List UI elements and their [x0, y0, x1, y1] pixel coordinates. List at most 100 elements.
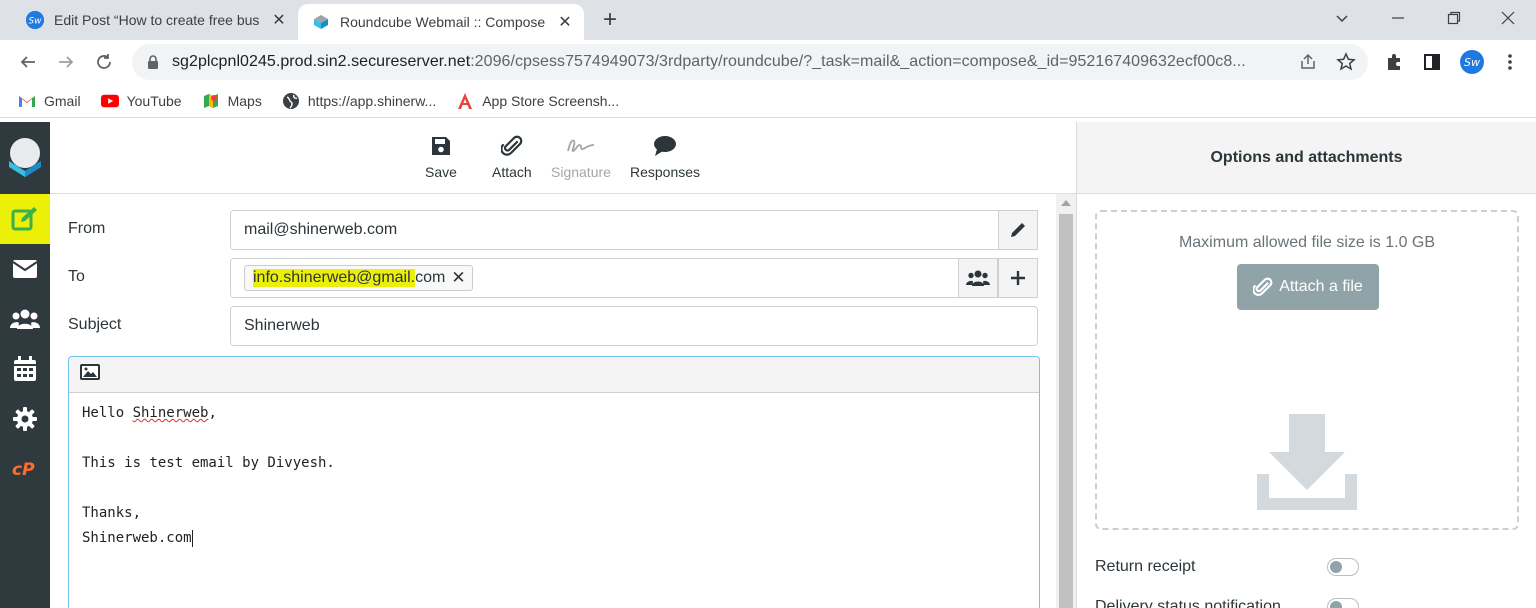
side-panel-icon[interactable] — [1422, 52, 1442, 72]
bookmark-youtube[interactable]: YouTube — [100, 92, 182, 110]
browser-menu-icon[interactable] — [1500, 52, 1520, 72]
new-tab-button[interactable]: + — [598, 8, 622, 32]
bookmark-maps[interactable]: Maps — [202, 92, 262, 110]
body-text: , — [208, 405, 217, 421]
contacts-group-icon — [10, 309, 40, 329]
browser-toolbar: sg2plcpnl0245.prod.sin2.secureserver.net… — [0, 40, 1536, 84]
browser-tab-edit-post[interactable]: Sw Edit Post “How to create free bus ✕ — [12, 0, 298, 40]
subject-value: Shinerweb — [244, 317, 320, 334]
insert-image-icon[interactable] — [79, 363, 101, 386]
body-line-empty — [82, 476, 1026, 501]
mail-nav-item[interactable] — [0, 244, 50, 294]
to-field[interactable]: info.shinerweb@gmail. com ✕ — [230, 258, 1038, 298]
roundcube-logo-icon[interactable] — [0, 132, 50, 182]
settings-nav-item[interactable] — [0, 394, 50, 444]
attachment-dropzone[interactable]: Maximum allowed file size is 1.0 GB Atta… — [1095, 210, 1519, 530]
tab-title: Roundcube Webmail :: Compose — [340, 14, 546, 30]
responses-button[interactable]: Responses — [630, 134, 700, 180]
signature-button[interactable]: Signature — [551, 134, 611, 180]
subject-input[interactable]: Shinerweb — [230, 306, 1038, 346]
recipient-chip[interactable]: info.shinerweb@gmail. com ✕ — [244, 265, 473, 291]
scroll-up-arrow-icon[interactable] — [1061, 200, 1071, 206]
bookmark-label: https://app.shinerw... — [307, 92, 437, 109]
svg-text:Sw: Sw — [28, 17, 42, 27]
text-caret — [191, 529, 193, 547]
compose-edit-icon — [11, 207, 37, 231]
bookmark-app-store-screenshot[interactable]: App Store Screensh... — [456, 92, 619, 110]
gear-icon — [13, 407, 37, 431]
bookmark-shinerweb-app[interactable]: https://app.shinerw... — [282, 92, 436, 110]
bookmark-gmail[interactable]: Gmail — [18, 92, 81, 110]
bookmark-star-icon[interactable] — [1336, 52, 1356, 72]
return-receipt-option: Return receipt — [1095, 558, 1359, 576]
reload-icon[interactable] — [92, 50, 116, 74]
options-panel: Maximum allowed file size is 1.0 GB Atta… — [1077, 194, 1536, 608]
browser-tab-roundcube[interactable]: Roundcube Webmail :: Compose ✕ — [298, 4, 584, 40]
body-text: Shinerweb.com — [82, 530, 192, 546]
option-label: Delivery status notification — [1095, 598, 1281, 608]
cpanel-logo-icon: cP — [12, 460, 35, 478]
attach-file-button[interactable]: Attach a file — [1237, 264, 1379, 310]
save-button[interactable]: Save — [425, 134, 457, 180]
svg-text:cP: cP — [12, 460, 35, 478]
from-field[interactable]: mail@shinerweb.com — [230, 210, 1038, 250]
remove-recipient-icon[interactable]: ✕ — [451, 268, 465, 288]
cpanel-nav-item[interactable]: cP — [0, 444, 50, 494]
compose-nav-item[interactable] — [0, 194, 50, 244]
extensions-puzzle-icon[interactable] — [1384, 52, 1404, 72]
message-body[interactable]: Hello Shinerweb, This is test email by D… — [69, 393, 1039, 559]
from-label: From — [68, 220, 106, 237]
dsn-option: Delivery status notification — [1095, 598, 1359, 608]
pencil-icon — [1011, 223, 1025, 237]
body-line: Thanks, — [82, 505, 142, 521]
save-label: Save — [425, 164, 457, 180]
compose-scrollbar[interactable] — [1056, 194, 1076, 608]
plus-icon — [1011, 271, 1025, 285]
maps-icon — [202, 92, 220, 110]
address-book-button[interactable] — [958, 258, 998, 298]
attach-button[interactable]: Attach — [492, 134, 532, 180]
share-icon[interactable] — [1298, 52, 1318, 72]
edit-identity-button[interactable] — [998, 210, 1038, 250]
option-label: Return receipt — [1095, 558, 1196, 575]
profile-avatar[interactable]: Sw — [1460, 50, 1484, 74]
add-recipient-button[interactable] — [998, 258, 1038, 298]
url-text: sg2plcpnl0245.prod.sin2.secureserver.net… — [172, 53, 1292, 71]
calendar-nav-item[interactable] — [0, 344, 50, 394]
toggle-knob — [1330, 601, 1342, 608]
contacts-group-icon — [966, 270, 990, 286]
back-arrow-icon[interactable] — [16, 50, 40, 74]
envelope-icon — [12, 260, 38, 278]
tab-close-icon[interactable]: ✕ — [270, 11, 288, 29]
dsn-toggle[interactable] — [1327, 598, 1359, 608]
subject-label: Subject — [68, 316, 122, 333]
tab-search-chevron-icon[interactable] — [1330, 6, 1354, 30]
scroll-thumb[interactable] — [1059, 214, 1073, 608]
body-text: Hello — [82, 405, 133, 421]
minimize-button[interactable] — [1386, 6, 1410, 30]
bookmark-label: App Store Screensh... — [482, 92, 620, 109]
svg-text:Sw: Sw — [1464, 56, 1480, 69]
responses-label: Responses — [630, 164, 701, 180]
url-path: :2096/cpsess7574949073/3rdparty/roundcub… — [470, 53, 1246, 70]
return-receipt-toggle[interactable] — [1327, 558, 1359, 576]
body-line: Hello Shinerweb, — [82, 401, 1026, 426]
forward-arrow-icon[interactable] — [54, 50, 78, 74]
lock-icon[interactable] — [146, 55, 160, 69]
body-line-empty — [82, 426, 1026, 451]
close-window-button[interactable] — [1496, 6, 1520, 30]
tab-close-icon[interactable]: ✕ — [556, 13, 574, 31]
options-panel-title: Options and attachments — [1077, 122, 1536, 194]
floppy-disk-icon — [431, 134, 451, 158]
restore-button[interactable] — [1442, 6, 1466, 30]
body-line: Shinerweb.com — [82, 526, 1026, 551]
address-bar[interactable]: sg2plcpnl0245.prod.sin2.secureserver.net… — [132, 44, 1368, 80]
url-host: sg2plcpnl0245.prod.sin2.secureserver.net — [172, 53, 471, 70]
from-value: mail@shinerweb.com — [244, 221, 398, 238]
message-editor[interactable]: Hello Shinerweb, This is test email by D… — [68, 356, 1040, 608]
misspelled-word: Shinerweb — [132, 405, 209, 421]
contacts-nav-item[interactable] — [0, 294, 50, 344]
max-file-size-text: Maximum allowed file size is 1.0 GB — [1178, 234, 1436, 251]
compose-toolbar: Save Attach Signature Responses — [50, 122, 1076, 194]
attach-label: Attach — [492, 164, 532, 180]
